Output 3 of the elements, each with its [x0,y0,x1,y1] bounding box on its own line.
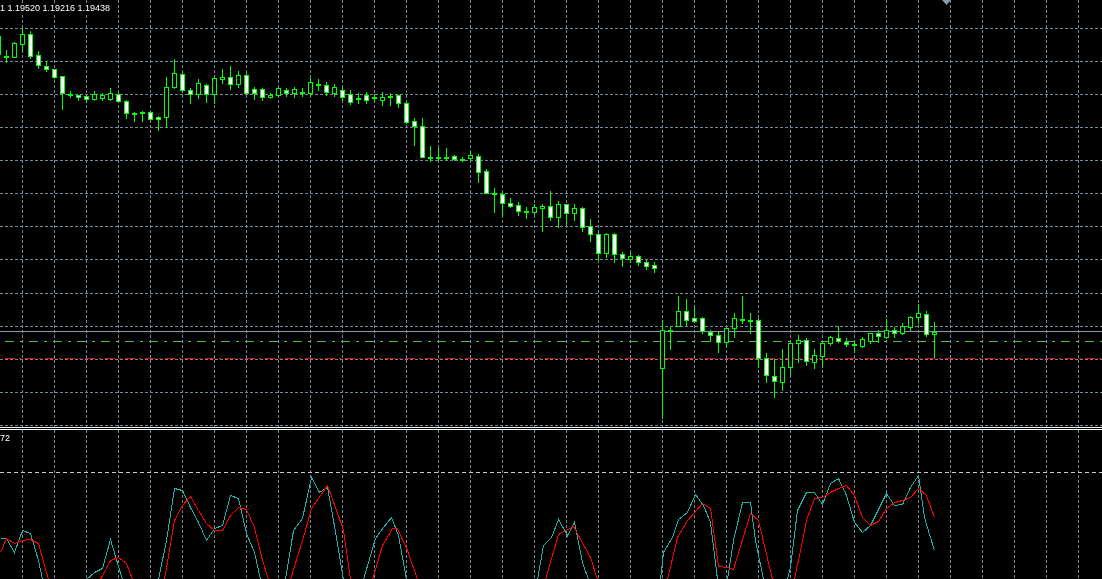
triangle-marker-icon[interactable] [942,0,951,5]
indicator-value-label: 72 [0,433,10,444]
price-readout: 1 1.19520 1.19216 1.19438 [0,3,111,14]
